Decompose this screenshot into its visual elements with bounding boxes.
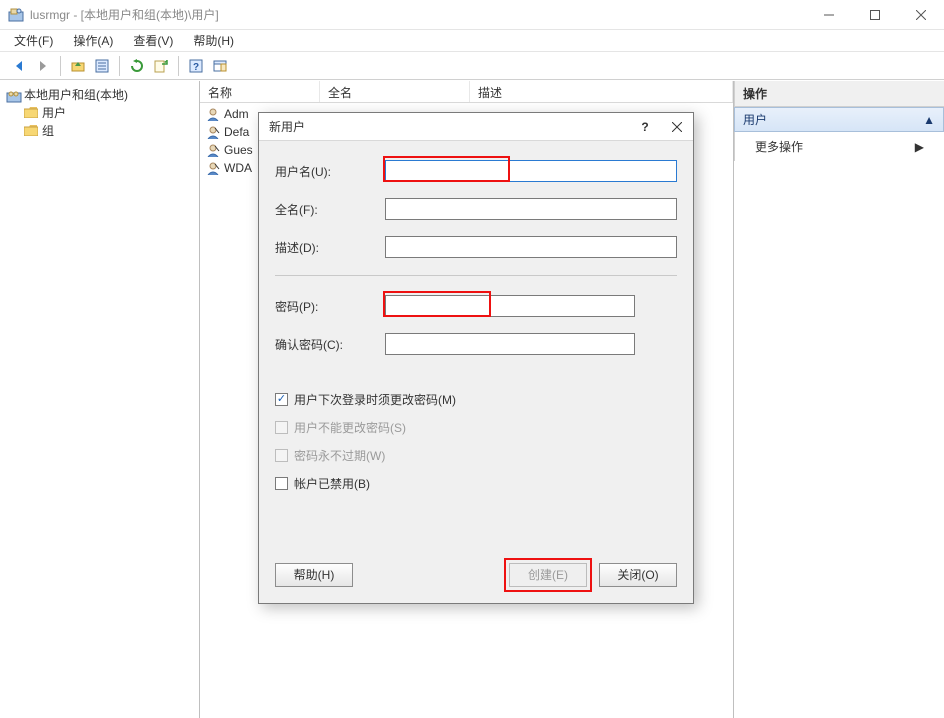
- toolbar-separator: [119, 56, 120, 76]
- dialog-titlebar: 新用户 ?: [259, 113, 693, 141]
- menubar: 文件(F) 操作(A) 查看(V) 帮助(H): [0, 30, 944, 52]
- tree-groups[interactable]: 组: [0, 121, 199, 139]
- label-fullname: 全名(F):: [275, 201, 385, 218]
- label-password: 密码(P):: [275, 298, 385, 315]
- action-more-label: 更多操作: [755, 138, 803, 155]
- toolbar-separator: [60, 56, 61, 76]
- maximize-button[interactable]: [852, 0, 898, 30]
- row-username: 用户名(U):: [275, 159, 677, 183]
- chevron-right-icon: ▶: [915, 140, 924, 154]
- dialog-close-button[interactable]: [661, 113, 693, 141]
- tree-groups-label: 组: [42, 122, 54, 139]
- tree-root[interactable]: 本地用户和组(本地): [0, 85, 199, 103]
- properties-icon[interactable]: [91, 55, 113, 77]
- dialog-body: 用户名(U): 全名(F): 描述(D): 密码(P):: [259, 141, 693, 603]
- dialog-buttons: 帮助(H) 创建(E) 关闭(O): [275, 563, 677, 587]
- help-icon[interactable]: ?: [185, 55, 207, 77]
- col-desc[interactable]: 描述: [470, 81, 733, 102]
- action-section-label: 用户: [743, 111, 767, 128]
- tree-users-label: 用户: [42, 104, 66, 121]
- input-fullname[interactable]: [385, 198, 677, 220]
- folder-icon: [24, 125, 38, 136]
- check-label: 密码永不过期(W): [294, 447, 385, 464]
- back-icon[interactable]: [8, 55, 30, 77]
- check-must-change[interactable]: 用户下次登录时须更改密码(M): [275, 388, 677, 410]
- menu-file[interactable]: 文件(F): [10, 30, 57, 51]
- user-icon: [206, 143, 220, 157]
- checkbox-icon: [275, 393, 288, 406]
- list-cell-name: Gues: [224, 143, 253, 157]
- tree-root-label: 本地用户和组(本地): [24, 86, 128, 103]
- svg-text:?: ?: [193, 62, 199, 73]
- forward-icon[interactable]: [32, 55, 54, 77]
- create-button[interactable]: 创建(E): [509, 563, 587, 587]
- label-desc: 描述(D):: [275, 239, 385, 256]
- input-password[interactable]: [385, 295, 635, 317]
- col-name[interactable]: 名称: [200, 81, 320, 102]
- view-pane-icon[interactable]: [209, 55, 231, 77]
- toolbar: ?: [0, 52, 944, 80]
- check-account-disabled[interactable]: 帐户已禁用(B): [275, 472, 677, 494]
- check-cannot-change: 用户不能更改密码(S): [275, 416, 677, 438]
- list-cell-name: Defa: [224, 125, 249, 139]
- row-desc: 描述(D):: [275, 235, 677, 259]
- export-icon[interactable]: [150, 55, 172, 77]
- label-username: 用户名(U):: [275, 163, 385, 180]
- user-icon: [206, 107, 220, 121]
- check-label: 帐户已禁用(B): [294, 475, 370, 492]
- list-cell-name: Adm: [224, 107, 249, 121]
- up-folder-icon[interactable]: [67, 55, 89, 77]
- row-confirm: 确认密码(C):: [275, 332, 677, 356]
- action-more[interactable]: 更多操作 ▶: [734, 132, 944, 161]
- tree-users[interactable]: 用户: [0, 103, 199, 121]
- row-password: 密码(P):: [275, 294, 677, 318]
- list-cell-name: WDA: [224, 161, 252, 175]
- new-user-dialog: 新用户 ? 用户名(U): 全名(F): 描述(D):: [258, 112, 694, 604]
- window-controls: [806, 0, 944, 30]
- group-root-icon: [6, 89, 20, 100]
- collapse-icon: ▲: [923, 113, 935, 127]
- app-icon: [8, 7, 24, 23]
- checkbox-icon: [275, 421, 288, 434]
- checkbox-icon: [275, 477, 288, 490]
- folder-icon: [24, 107, 38, 118]
- close-button-label: 关闭(O): [617, 568, 658, 582]
- tree-pane: 本地用户和组(本地) 用户 组: [0, 81, 200, 718]
- menu-help[interactable]: 帮助(H): [189, 30, 238, 51]
- label-confirm: 确认密码(C):: [275, 336, 385, 353]
- input-desc[interactable]: [385, 236, 677, 258]
- dialog-help-button[interactable]: ?: [629, 113, 661, 141]
- row-fullname: 全名(F):: [275, 197, 677, 221]
- checkbox-icon: [275, 449, 288, 462]
- user-icon: [206, 125, 220, 139]
- close-dialog-button[interactable]: 关闭(O): [599, 563, 677, 587]
- refresh-icon[interactable]: [126, 55, 148, 77]
- input-confirm[interactable]: [385, 333, 635, 355]
- dialog-title: 新用户: [269, 118, 305, 135]
- action-pane: 操作 用户 ▲ 更多操作 ▶: [734, 81, 944, 718]
- minimize-button[interactable]: [806, 0, 852, 30]
- action-header: 操作: [734, 81, 944, 107]
- user-icon: [206, 161, 220, 175]
- check-never-expire: 密码永不过期(W): [275, 444, 677, 466]
- action-section-users[interactable]: 用户 ▲: [734, 107, 944, 132]
- create-button-label: 创建(E): [528, 568, 568, 582]
- input-username[interactable]: [385, 160, 677, 182]
- dialog-separator: [275, 275, 677, 276]
- list-header: 名称 全名 描述: [200, 81, 733, 103]
- help-button[interactable]: 帮助(H): [275, 563, 353, 587]
- help-button-label: 帮助(H): [294, 568, 335, 582]
- menu-view[interactable]: 查看(V): [129, 30, 177, 51]
- menu-action[interactable]: 操作(A): [69, 30, 117, 51]
- check-label: 用户不能更改密码(S): [294, 419, 406, 436]
- close-button[interactable]: [898, 0, 944, 30]
- window-title: lusrmgr - [本地用户和组(本地)\用户]: [30, 6, 219, 23]
- toolbar-separator: [178, 56, 179, 76]
- check-label: 用户下次登录时须更改密码(M): [294, 391, 456, 408]
- window-titlebar: lusrmgr - [本地用户和组(本地)\用户]: [0, 0, 944, 30]
- col-fullname[interactable]: 全名: [320, 81, 470, 102]
